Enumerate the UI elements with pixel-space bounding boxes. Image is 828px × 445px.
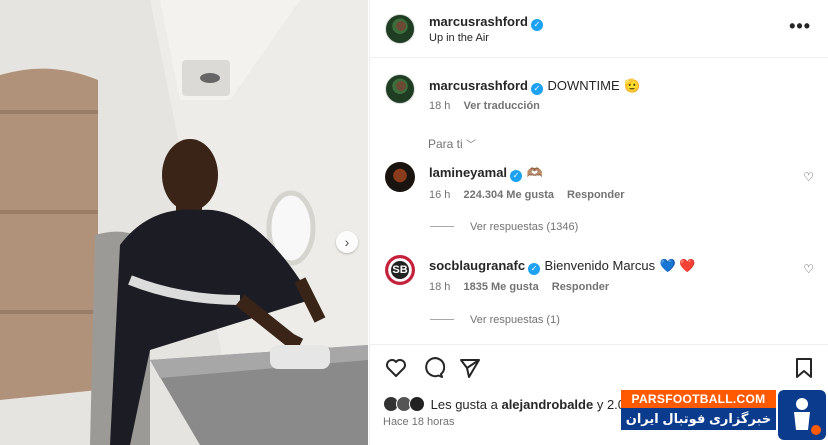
comment-text: Bienvenido Marcus xyxy=(544,258,656,273)
comment-time: 18 h xyxy=(429,100,451,112)
author-username[interactable]: marcusrashford xyxy=(429,14,528,29)
comment-likes[interactable]: 1835 Me gusta xyxy=(463,281,538,293)
heart-icon[interactable]: ♡ xyxy=(803,170,814,184)
likes-prefix: Les gusta a xyxy=(430,397,498,412)
caption-meta: 18 h Ver traducción xyxy=(429,100,540,112)
more-icon[interactable]: ••• xyxy=(789,16,811,37)
post-time: Hace 18 horas xyxy=(383,416,455,428)
sort-label: Para ti xyxy=(428,137,463,151)
comment-icon[interactable] xyxy=(421,356,445,380)
comment-avatar[interactable] xyxy=(385,162,415,192)
comment-likes[interactable]: 224.304 Me gusta xyxy=(463,189,554,201)
caption-comment: marcusrashford ✓ DOWNTIME 🫡 xyxy=(429,77,640,95)
verified-icon: ✓ xyxy=(530,83,543,95)
sort-selector[interactable]: Para ti ﹀ xyxy=(428,136,476,151)
watermark-logo xyxy=(778,390,826,440)
divider-line xyxy=(430,319,454,320)
divider-line xyxy=(430,226,454,227)
view-replies-label: Ver respuestas (1) xyxy=(470,314,560,326)
comment-meta: 18 h 1835 Me gusta Responder xyxy=(429,281,609,293)
reply-button[interactable]: Responder xyxy=(552,281,609,293)
comment-item: socblaugranafc ✓ Bienvenido Marcus 💙 ❤️ xyxy=(429,257,696,275)
comment-avatar[interactable] xyxy=(385,74,415,104)
view-replies-link[interactable]: Ver respuestas (1346) xyxy=(430,221,578,233)
comment-emoji: 💙 ❤️ xyxy=(659,258,696,273)
liker-avatars xyxy=(383,396,427,412)
watermark-site: PARSFOOTBALL.COM xyxy=(621,390,776,408)
post-panel: marcusrashford ✓ Up in the Air ••• marcus… xyxy=(369,0,828,445)
likes-summary: Les gusta a alejandrobalde y 2.08 xyxy=(383,396,632,412)
verified-icon: ✓ xyxy=(510,170,523,182)
next-arrow-icon[interactable]: › xyxy=(336,231,358,253)
comment-time: 18 h xyxy=(429,281,451,293)
salute-emoji: 🫡 xyxy=(624,78,641,93)
chevron-down-icon: ﹀ xyxy=(466,140,477,151)
comment-username[interactable]: socblaugranafc xyxy=(429,258,525,273)
post-photo: › xyxy=(0,0,368,445)
comment-username[interactable]: marcusrashford xyxy=(429,78,528,93)
verified-icon: ✓ xyxy=(530,19,543,31)
post-header: marcusrashford ✓ Up in the Air ••• xyxy=(370,0,828,58)
verified-icon: ✓ xyxy=(528,263,541,275)
view-replies-link[interactable]: Ver respuestas (1) xyxy=(430,314,560,326)
view-replies-label: Ver respuestas (1346) xyxy=(470,221,579,233)
comment-avatar[interactable]: SB xyxy=(385,255,415,285)
likes-user[interactable]: alejandrobalde xyxy=(501,397,593,412)
heart-icon[interactable]: ♡ xyxy=(803,262,814,276)
translate-link[interactable]: Ver traducción xyxy=(463,100,539,112)
post-location[interactable]: Up in the Air xyxy=(429,32,489,44)
comment-meta: 16 h 224.304 Me gusta Responder xyxy=(429,189,625,201)
heart-icon[interactable] xyxy=(384,356,408,380)
photo-illustration xyxy=(0,0,368,445)
share-icon[interactable] xyxy=(458,356,482,380)
comment-item: lamineyamal ✓ 🫶🏽 xyxy=(429,164,543,182)
comment-username[interactable]: lamineyamal xyxy=(429,165,507,180)
watermark-tagline: خبرگزاری فوتبال ایران xyxy=(621,408,776,430)
reply-button[interactable]: Responder xyxy=(567,189,624,201)
comment-emoji: 🫶🏽 xyxy=(526,165,543,180)
comment-time: 16 h xyxy=(429,189,451,201)
watermark: PARSFOOTBALL.COM خبرگزاری فوتبال ایران xyxy=(621,390,828,445)
comment-text: DOWNTIME xyxy=(547,78,620,93)
author-avatar[interactable] xyxy=(385,14,415,44)
bookmark-icon[interactable] xyxy=(792,356,816,380)
